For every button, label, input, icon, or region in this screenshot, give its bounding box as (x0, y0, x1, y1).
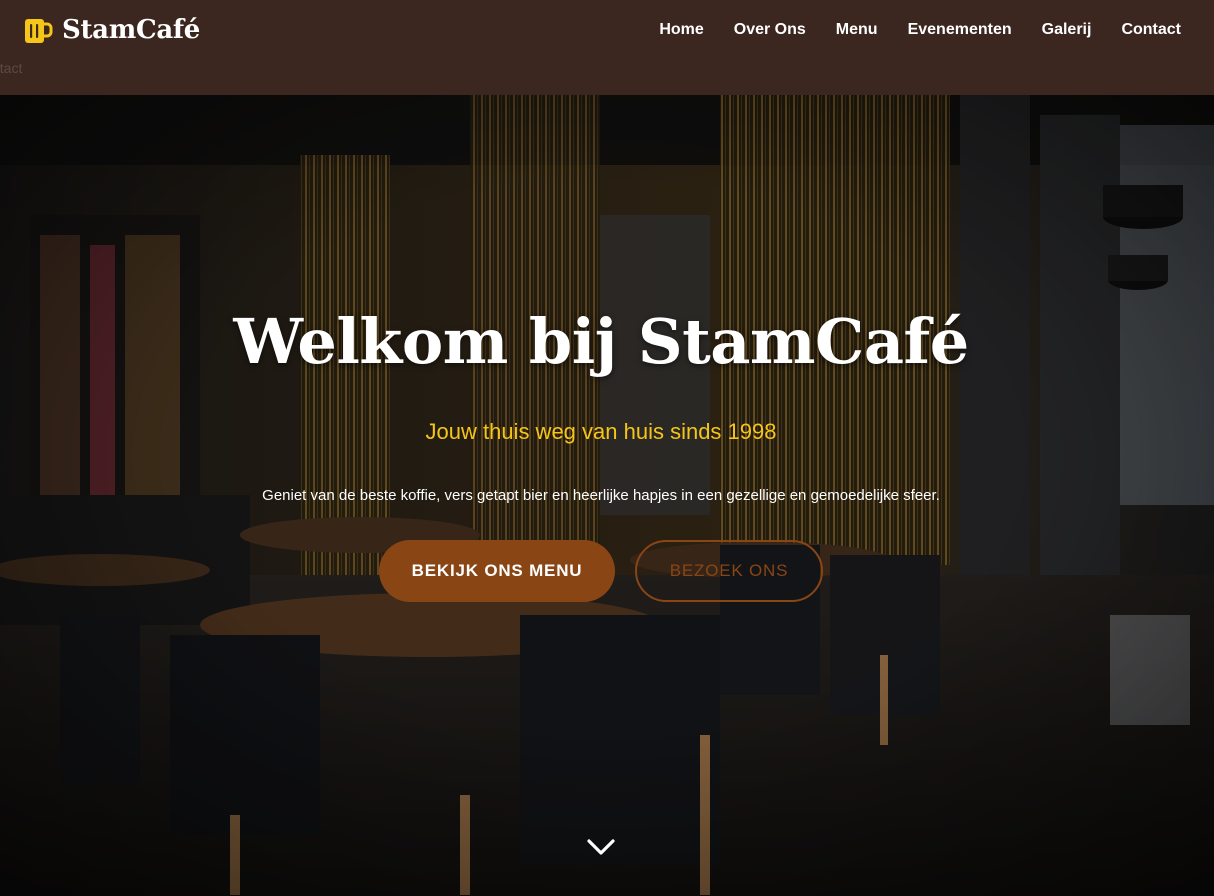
chevron-down-icon[interactable] (585, 835, 617, 859)
navbar: StamCafé ntact Home Over Ons Menu Evenem… (0, 0, 1214, 95)
nav-home[interactable]: Home (659, 20, 703, 40)
nav-over-ons[interactable]: Over Ons (734, 20, 806, 40)
hero-title: Welkom bij StamCafé (233, 305, 969, 378)
hero-description: Geniet van de beste koffie, vers getapt … (262, 487, 940, 504)
hero-subtitle: Jouw thuis weg van huis sinds 1998 (425, 419, 777, 444)
ghost-text: ntact (0, 60, 23, 76)
visit-us-button[interactable]: BEZOEK ONS (635, 540, 823, 602)
nav-galerij[interactable]: Galerij (1042, 20, 1092, 40)
nav-menu[interactable]: Menu (836, 20, 878, 40)
brand-name: StamCafé (62, 15, 201, 45)
beer-mug-icon (25, 19, 53, 43)
nav-evenementen[interactable]: Evenementen (908, 20, 1012, 40)
main-menu: Home Over Ons Menu Evenementen Galerij C… (629, 20, 1181, 40)
brand-logo[interactable]: StamCafé (22, 14, 200, 46)
nav-contact[interactable]: Contact (1121, 20, 1181, 40)
hero-section: Welkom bij StamCafé Jouw thuis weg van h… (0, 95, 1214, 896)
view-menu-button[interactable]: BEKIJK ONS MENU (379, 540, 615, 602)
